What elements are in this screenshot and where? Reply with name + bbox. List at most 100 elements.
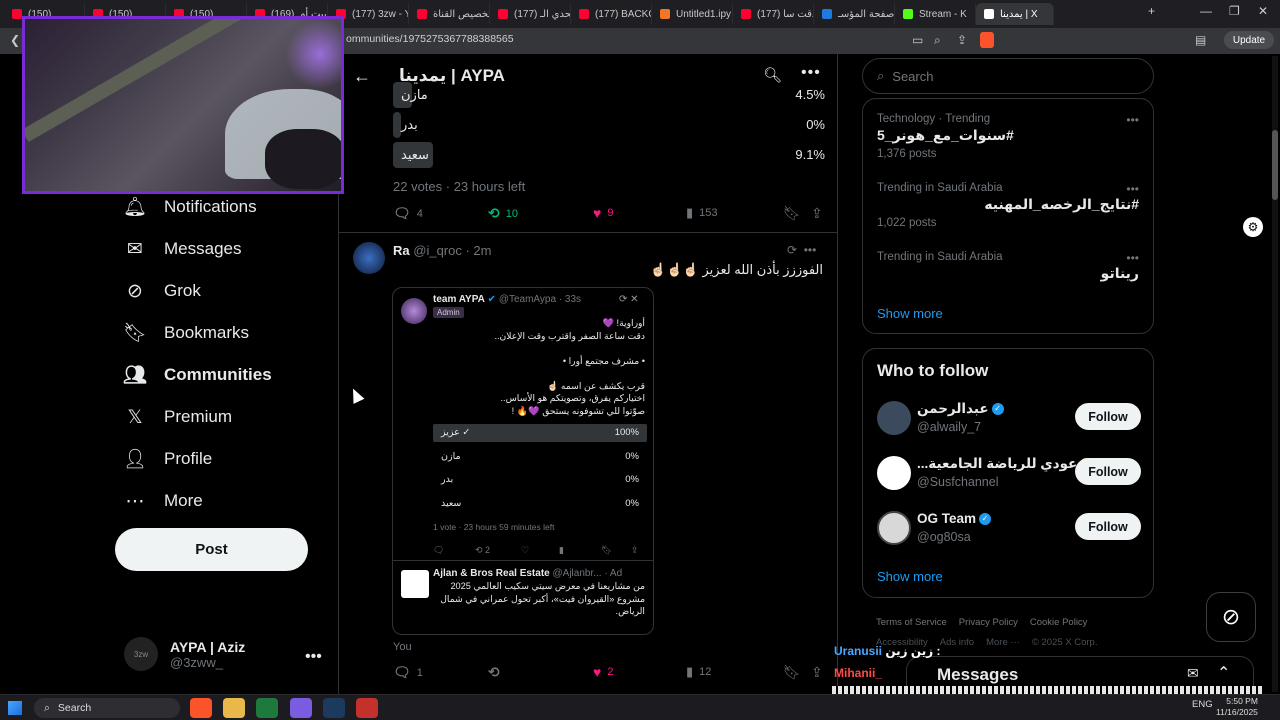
cast-icon[interactable]: ▭ [912, 33, 923, 47]
browser-tab[interactable]: (177) تحدي الـ [490, 3, 571, 25]
person-icon: 👤︎ [122, 449, 148, 470]
app-icon[interactable] [290, 698, 312, 718]
steam-taskbar-icon[interactable] [323, 698, 345, 718]
nav-item-premium[interactable]: 𝕏 Premium [124, 406, 232, 428]
steam-icon[interactable]: ⚙ [1243, 217, 1263, 237]
browser-tab[interactable]: (177) BACKGR [571, 3, 652, 25]
update-button[interactable]: Update [1224, 31, 1274, 49]
browser-tab[interactable]: يمدينا | X [976, 3, 1054, 25]
trend-item[interactable]: Trending in Saudi Arabia #نتايج_الرخصه_ال… [877, 182, 1139, 229]
views-icon[interactable]: ▮ [559, 545, 564, 556]
clock[interactable]: 5:50 PM 11/16/2025 [1216, 696, 1258, 718]
footer-link[interactable]: Cookie Policy [1030, 617, 1088, 628]
share-icon[interactable]: ⇪ [957, 33, 967, 47]
nav-item-bookmarks[interactable]: 🔖︎ Bookmarks [123, 322, 249, 344]
post-button[interactable]: Post [115, 528, 308, 571]
quote-author: team AYPA ✔ @TeamAypa · 33s [433, 294, 582, 305]
footer-link[interactable]: © 2025 X Corp. [1032, 637, 1098, 648]
follow-button[interactable]: Follow [1075, 403, 1141, 430]
footer-link[interactable]: More ··· [986, 637, 1020, 648]
grok-floating-button[interactable]: ⊘ [1206, 592, 1256, 642]
browser-tab[interactable]: صفحة المؤسـ [814, 3, 895, 25]
minimize-icon[interactable]: — [1200, 4, 1212, 18]
more-icon[interactable]: ••• [1126, 251, 1139, 265]
trend-item[interactable]: Technology · Trending سنوات_مع_هونر_5# 1,3… [877, 113, 1139, 160]
nav-item-profile[interactable]: 👤︎ Profile [122, 448, 213, 470]
browser-tab[interactable]: Stream - K [895, 3, 976, 25]
nav-item-communities[interactable]: 👥︎ Communities [123, 364, 272, 386]
show-more-link[interactable]: Show more [877, 306, 943, 321]
repost-icon[interactable]: ⟲ 2 [475, 545, 490, 556]
account-switcher[interactable]: 3zw AYPA | Aziz @3zww_ [124, 637, 245, 671]
suggestion-handle: @og80sa [917, 530, 971, 544]
browser-tab[interactable]: (177) دقت سا [733, 3, 814, 25]
more-icon[interactable]: ••• [801, 64, 821, 82]
sidebar-toggle-icon[interactable]: ▤ [1195, 33, 1206, 47]
nav-item-notifications[interactable]: 🔔︎ Notifications [122, 196, 257, 218]
reply-button[interactable]: 🗨︎ 4 [393, 205, 423, 222]
grok-icon[interactable]: ⟳ ••• [787, 243, 816, 257]
bookmark-icon[interactable]: 🔖︎ [601, 545, 612, 556]
maximize-icon[interactable]: ❐ [1229, 4, 1240, 18]
more-icon[interactable]: ••• [1126, 182, 1139, 196]
bell-icon: 🔔︎ [122, 197, 148, 218]
url-field[interactable]: ommunities/1975275367788388565 [346, 33, 514, 45]
back-arrow-icon[interactable]: ← [353, 66, 371, 87]
follow-suggestion[interactable]: OG Team ✓ @og80sa Follow [877, 511, 1141, 551]
repost-button[interactable]: ⟲ [488, 664, 500, 681]
file-explorer-icon[interactable] [223, 698, 245, 718]
reply-text: الفوززز بأذن الله لعزيز ☝🏻☝🏻☝🏻 [650, 262, 823, 277]
follow-button[interactable]: Follow [1075, 458, 1141, 485]
share-icon[interactable]: ⇪ [631, 545, 639, 556]
quoted-post[interactable]: team AYPA ✔ @TeamAypa · 33s Admin ⟳ ✕ أو… [392, 287, 654, 635]
show-more-link[interactable]: Show more [877, 569, 943, 584]
reply-icon[interactable]: 🗨︎ [433, 545, 444, 556]
browser-tab[interactable]: Untitled1.ipy [652, 3, 733, 25]
trend-item[interactable]: Trending in Saudi Arabia ريناتو ••• [877, 251, 1139, 286]
views-button[interactable]: ▮ 153 [686, 205, 718, 221]
search-input[interactable]: ⌕ Search [862, 58, 1154, 94]
brave-taskbar-icon[interactable] [190, 698, 212, 718]
new-tab-icon[interactable]: + [1148, 4, 1155, 18]
reply-button[interactable]: 🗨︎ 1 [393, 664, 423, 681]
excel-icon[interactable] [256, 698, 278, 718]
footer-link[interactable]: Terms of Service [876, 617, 947, 628]
browser-tab[interactable]: تخصيص القناة [409, 3, 490, 25]
taskbar-search[interactable]: ⌕ Search [34, 698, 180, 718]
nav-item-grok[interactable]: ⊘ Grok [124, 280, 201, 302]
follow-suggestion[interactable]: ...عودي للرياضة الجامعية✓ @Susfchannel Fol… [877, 456, 1141, 496]
share-icon[interactable]: ⇪ [811, 664, 823, 681]
quote-controls-icon[interactable]: ⟳ ✕ [619, 294, 639, 305]
app-icon[interactable] [356, 698, 378, 718]
new-message-icon[interactable]: ✉ [1187, 665, 1199, 682]
start-icon[interactable] [8, 701, 22, 715]
account-name: AYPA | Aziz [170, 638, 246, 655]
footer-link[interactable]: Privacy Policy [959, 617, 1018, 628]
follow-suggestion[interactable]: عبدالرحمن ✓ @alwaily_7 Follow [877, 401, 1141, 441]
nav-item-label: Profile [164, 449, 213, 468]
zoom-icon[interactable]: ⌕ [934, 33, 941, 48]
language-indicator[interactable]: ENG [1192, 699, 1213, 710]
nav-item-more[interactable]: ⋯ More [124, 490, 203, 512]
footer-link[interactable]: Ads info [940, 637, 974, 648]
more-icon[interactable]: ••• [1126, 113, 1139, 127]
account-more-icon[interactable]: ••• [305, 648, 322, 666]
like-button[interactable]: ♥ 9 [593, 205, 613, 221]
reply-author[interactable]: Ra @i_qroc · 2m [393, 243, 491, 258]
back-nav-icon[interactable]: ❮ [10, 33, 20, 47]
brave-shield-icon[interactable] [980, 32, 994, 48]
expand-icon[interactable]: ⌃ [1217, 663, 1230, 683]
tab-favicon-icon [903, 9, 913, 19]
follow-button[interactable]: Follow [1075, 513, 1141, 540]
nav-item-messages[interactable]: ✉ Messages [124, 238, 241, 260]
like-button[interactable]: ♥ 2 [593, 664, 613, 680]
bookmark-icon[interactable]: 🔖︎ [783, 664, 801, 681]
avatar[interactable] [353, 242, 385, 274]
views-button[interactable]: ▮ 12 [686, 664, 711, 680]
bookmark-icon[interactable]: 🔖︎ [783, 205, 801, 222]
repost-button[interactable]: ⟲ 10 [488, 205, 518, 222]
share-icon[interactable]: ⇪ [811, 205, 823, 222]
scrollbar-thumb[interactable] [1272, 130, 1278, 200]
close-window-icon[interactable]: ✕ [1258, 4, 1268, 18]
like-icon[interactable]: ♡ [521, 545, 529, 556]
